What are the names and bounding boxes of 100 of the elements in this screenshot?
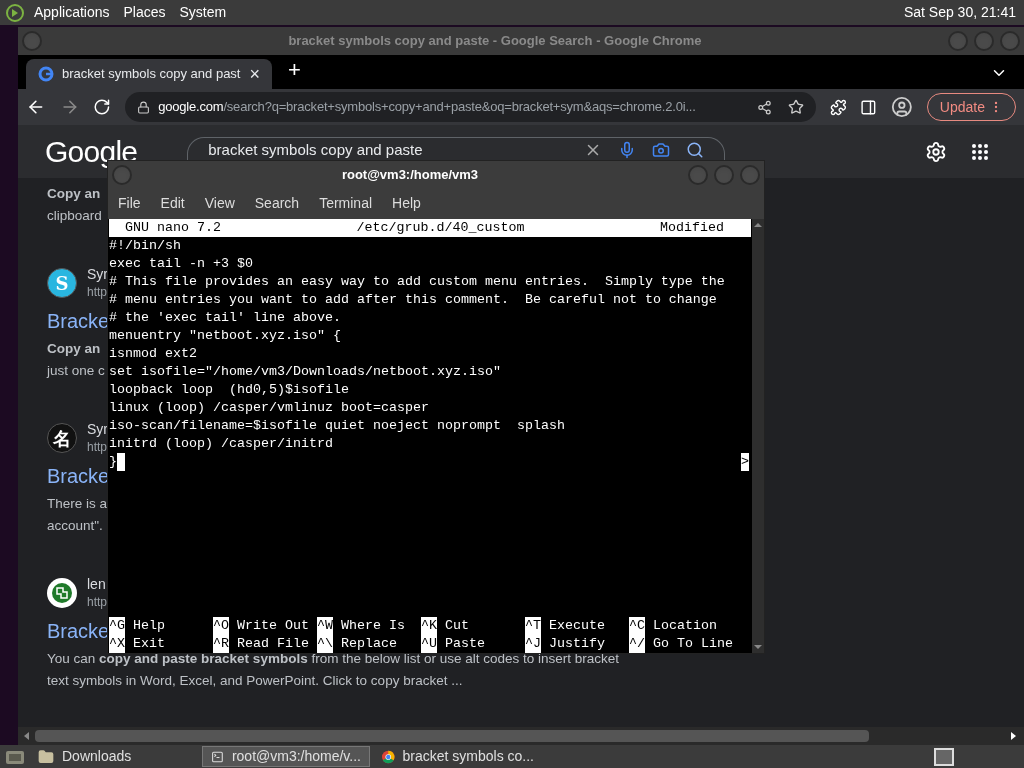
- menu-item[interactable]: Edit: [160, 193, 185, 214]
- result-url: http: [87, 284, 108, 301]
- result-site-name: Syr: [87, 420, 108, 438]
- shortcut-label: Location: [653, 617, 717, 635]
- code-line: # the 'exec tail' line above.: [109, 309, 342, 325]
- menu-item[interactable]: File: [118, 193, 141, 214]
- code-line: set isofile="/home/vm3/Downloads/netboot.xyz.iso": [109, 363, 502, 381]
- code-line: # This file provides an easy way to add custom menu entries. Simply type the: [109, 273, 726, 291]
- shortcut-key: ^G: [109, 617, 125, 635]
- taskbar-button[interactable]: Downloads: [30, 746, 198, 767]
- address-bar[interactable]: google.com/search?q=bracket+symbols+copy+and+paste&oq=bracket+sym&aqs=chrome.2.0i...: [125, 92, 816, 122]
- text-cursor: [117, 453, 125, 471]
- code-line: #!/bin/sh: [109, 237, 182, 255]
- shortcut-key: ^X: [109, 635, 125, 653]
- tab-close-button[interactable]: ×: [249, 60, 260, 88]
- menu-item[interactable]: View: [204, 193, 235, 214]
- workspace-switcher[interactable]: [934, 747, 954, 766]
- panel-menu[interactable]: Places: [123, 2, 166, 23]
- window-title: root@vm3:/home/vm3: [340, 165, 480, 184]
- result-snippet: just one c: [47, 362, 105, 380]
- side-panel-icon[interactable]: [860, 98, 878, 116]
- site-favicon: S: [47, 268, 77, 298]
- result-site-name: len: [87, 575, 107, 593]
- shortcut-label: Write Out: [237, 617, 309, 635]
- shortcut-label: Paste: [445, 635, 485, 653]
- bookmark-star-icon[interactable]: [787, 99, 804, 115]
- shortcut-label: Replace: [341, 635, 397, 653]
- code-line: isnmod ext2: [109, 345, 198, 363]
- menu-item[interactable]: Terminal: [319, 193, 373, 214]
- clock: Sat Sep 30, 21:41: [903, 3, 1016, 22]
- shortcut-label: Where Is: [341, 617, 405, 635]
- vertical-scrollbar[interactable]: [752, 219, 764, 653]
- panel-menu[interactable]: System: [179, 2, 227, 23]
- nano-status: Modified: [660, 219, 725, 237]
- code-line: linux (loop) /casper/vmlinuz boot=casper: [109, 399, 430, 417]
- url-text: google.com/search?q=bracket+symbols+copy+and+paste&oq=bracket+sym&aqs=chrome.2.0i...: [158, 98, 697, 117]
- shortcut-key: ^K: [421, 617, 437, 635]
- shortcut-key: ^T: [525, 617, 541, 635]
- line-overflow-marker: >: [741, 453, 749, 471]
- reload-icon[interactable]: [93, 98, 112, 116]
- extensions-icon[interactable]: [829, 98, 847, 116]
- shortcut-label: Justify: [549, 635, 605, 653]
- chrome-icon: [382, 748, 395, 765]
- folder-icon: [38, 748, 54, 765]
- taskbar-button[interactable]: bracket symbols co...: [374, 746, 542, 767]
- result-snippet: You can copy and paste bracket symbols from the below list or use alt codes to insert bracket: [47, 650, 620, 668]
- code-line: iso-scan/filename=$isofile quiet noeject noprompt splash: [109, 417, 566, 435]
- shortcut-label: Cut: [445, 617, 469, 635]
- shortcut-label: Help: [133, 617, 165, 635]
- result-snippet: text symbols in Word, Excel, and PowerPoint. Click to copy bracket ...: [47, 672, 463, 690]
- code-line: loopback loop (hd0,5)$isofile: [109, 381, 350, 399]
- code-line: }: [109, 453, 117, 471]
- result-snippet: Copy an: [47, 340, 101, 358]
- new-tab-button[interactable]: +: [288, 53, 301, 86]
- shortcut-key: ^O: [213, 617, 229, 635]
- result-url: http: [87, 594, 107, 611]
- result-site-name: Syr: [87, 265, 108, 283]
- result-title[interactable]: Bracke: [47, 308, 110, 334]
- result-url: http: [87, 439, 108, 456]
- shortcut-label: Execute: [549, 617, 605, 635]
- nano-filename: /etc/grub.d/40_custom: [355, 219, 526, 237]
- browser-tab[interactable]: bracket symbols copy and past ×: [26, 59, 272, 89]
- menu-item[interactable]: Search: [254, 193, 300, 214]
- code-line: exec tail -n +3 $0: [109, 255, 254, 273]
- settings-icon[interactable]: [925, 140, 947, 163]
- camera-icon[interactable]: [652, 141, 671, 159]
- scroll-left-arrow[interactable]: [24, 732, 29, 740]
- share-icon[interactable]: [756, 99, 772, 115]
- google-favicon-icon: [38, 66, 54, 82]
- taskbar-button[interactable]: root@vm3:/home/v...: [202, 746, 370, 767]
- shortcut-label: Read File: [237, 635, 309, 653]
- shortcut-key: ^W: [317, 617, 333, 635]
- lock-icon: [137, 100, 151, 114]
- result-title[interactable]: Bracke: [47, 618, 110, 644]
- result-snippet: There is a: [47, 495, 108, 513]
- distro-logo-icon[interactable]: [4, 2, 26, 23]
- window-title: bracket symbols copy and paste - Google Search - Google Chrome: [287, 32, 703, 51]
- site-favicon: 名: [47, 423, 77, 453]
- shortcut-label: Exit: [133, 635, 165, 653]
- horizontal-scrollbar[interactable]: [35, 730, 869, 742]
- result-snippet: Copy an: [47, 185, 101, 203]
- panel-menu[interactable]: Applications: [34, 2, 110, 23]
- scroll-right-arrow[interactable]: [1011, 732, 1016, 740]
- shortcut-key: ^C: [629, 617, 645, 635]
- apps-grid-icon[interactable]: [971, 142, 989, 161]
- tab-title: bracket symbols copy and past: [62, 65, 242, 84]
- menu-item[interactable]: Help: [392, 193, 421, 214]
- profile-icon[interactable]: [891, 96, 913, 118]
- code-line: # menu entries you want to add after this comment. Be careful not to change: [109, 291, 718, 309]
- result-title[interactable]: Bracke: [47, 463, 110, 489]
- shortcut-label: Go To Line: [653, 635, 733, 653]
- search-icon[interactable]: [686, 141, 705, 159]
- result-snippet: account".: [47, 517, 103, 535]
- shortcut-key: ^R: [213, 635, 229, 653]
- shortcut-key: ^J: [525, 635, 541, 653]
- shortcut-key: ^/: [629, 635, 645, 653]
- shortcut-key: ^\: [317, 635, 333, 653]
- code-line: menuentry "netboot.xyz.iso" {: [109, 328, 342, 345]
- result-snippet: clipboard: [47, 207, 102, 225]
- shortcut-key: ^U: [421, 635, 437, 653]
